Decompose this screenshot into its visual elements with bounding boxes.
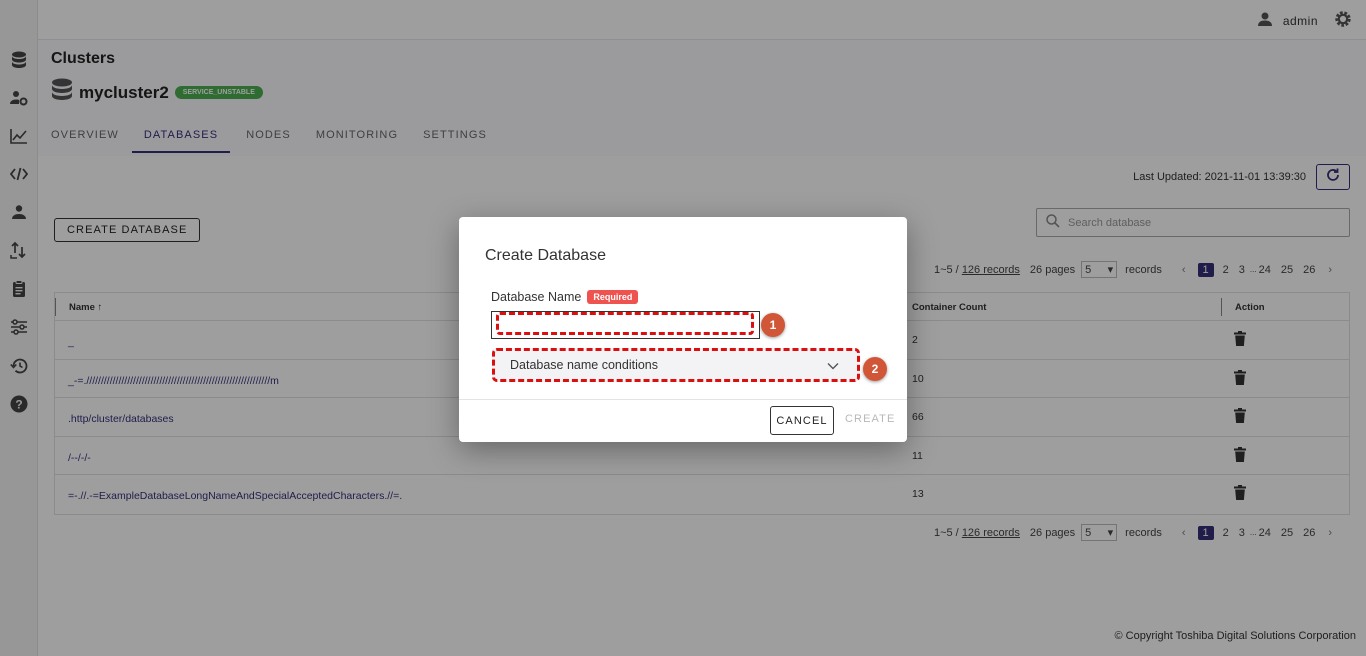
database-name-label-row: Database Name Required — [491, 290, 639, 304]
annotation-marker-2: 2 — [863, 357, 887, 381]
database-name-conditions-toggle[interactable]: Database name conditions — [492, 348, 860, 382]
required-badge: Required — [587, 290, 639, 304]
cancel-button[interactable]: CANCEL — [770, 406, 834, 435]
create-database-dialog: Create Database Database Name Required 1… — [459, 217, 907, 442]
dialog-divider — [459, 399, 907, 400]
chevron-down-icon — [827, 359, 839, 373]
annotation-marker-1: 1 — [761, 313, 785, 337]
create-button[interactable]: CREATE — [845, 413, 895, 425]
dialog-title: Create Database — [485, 247, 606, 264]
conditions-label: Database name conditions — [510, 358, 659, 372]
database-name-label: Database Name — [491, 290, 582, 304]
annotation-highlight-1 — [496, 312, 754, 335]
